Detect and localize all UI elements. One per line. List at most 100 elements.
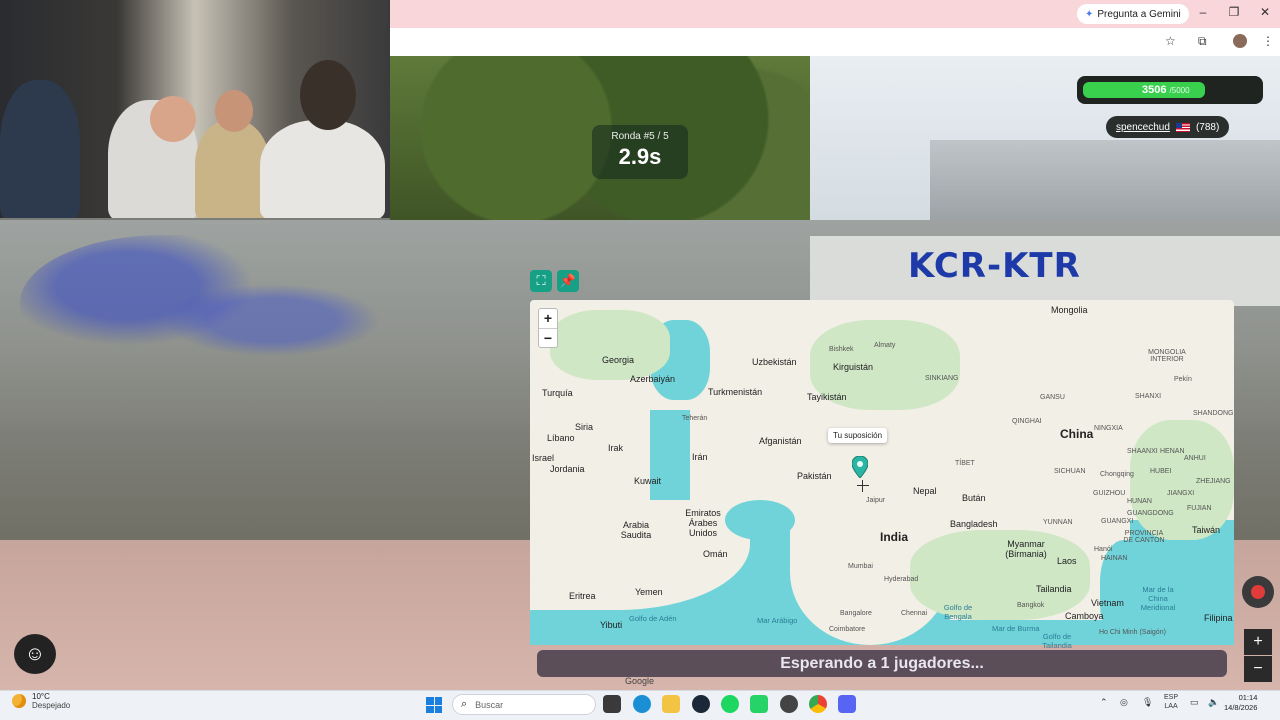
map-region: JIANGXI	[1167, 490, 1195, 497]
map-region: SHANDONG	[1193, 410, 1234, 417]
map-label: Irán	[692, 452, 708, 462]
map-sea: Mar Arábigo	[757, 616, 798, 625]
close-icon[interactable]: ✕	[1256, 5, 1274, 19]
bookmark-star-icon[interactable]: ☆	[1165, 34, 1176, 48]
timer-value: 2.9s	[618, 144, 662, 169]
map-label: Bután	[962, 493, 986, 503]
cam-person-3	[260, 120, 385, 218]
system-clock[interactable]: 01:14 14/8/2026	[1224, 693, 1257, 713]
whatsapp-icon[interactable]	[750, 695, 768, 713]
cam-face-1	[150, 96, 196, 142]
network-icon[interactable]: ▭	[1190, 697, 1199, 708]
extensions-icon[interactable]: ⧉	[1198, 34, 1207, 49]
spotify-icon[interactable]	[721, 695, 739, 713]
map-region: QINGHAI	[1012, 418, 1042, 425]
map-region: ANHUI	[1184, 455, 1206, 462]
restore-icon[interactable]: ❐	[1225, 5, 1243, 19]
map-city: Jaipur	[866, 497, 886, 504]
round-label: Ronda #5 / 5	[611, 131, 669, 142]
map-region: GANSU	[1040, 394, 1065, 401]
tray-chevron-icon[interactable]: ⌃	[1100, 697, 1108, 708]
volume-icon[interactable]: 🔈	[1208, 697, 1219, 708]
map-city: Hyderabad	[884, 576, 919, 583]
zoom-control: + −	[538, 308, 558, 348]
map-region: SHANXI	[1135, 393, 1162, 400]
edge-icon[interactable]	[633, 695, 651, 713]
player-name[interactable]: spencechud	[1116, 122, 1170, 133]
map-city: Bangalore	[840, 610, 872, 617]
pin-map-icon[interactable]: 📌	[557, 270, 579, 292]
map-label: Pakistán	[797, 471, 832, 481]
map-label: Laos	[1057, 556, 1077, 566]
search-icon: ⌕	[461, 698, 468, 710]
map-city: Chennai	[901, 610, 928, 617]
map-label: Yibuti	[600, 620, 623, 630]
map-region: GUANGDONG	[1127, 510, 1174, 517]
task-view-icon[interactable]	[603, 695, 621, 713]
map-sea: Golfo de Tailandia	[1042, 632, 1072, 650]
taskbar-search[interactable]: ⌕ Buscar	[452, 694, 596, 715]
guess-pin-icon[interactable]	[852, 456, 868, 478]
map-label: Myanmar (Birmania)	[1005, 539, 1047, 559]
file-explorer-icon[interactable]	[662, 695, 680, 713]
map-sea: Golfo de Bengala	[943, 603, 973, 621]
map-region: GUIZHOU	[1093, 490, 1126, 497]
address-bar[interactable]	[390, 28, 1280, 56]
expand-map-icon[interactable]: ⛶	[530, 270, 552, 292]
cam-face-2	[215, 90, 253, 132]
weather-temp: 10°C	[32, 692, 50, 701]
map-label: Bangladesh	[950, 519, 998, 529]
gemini-label: Pregunta a Gemini	[1097, 8, 1181, 20]
map-region: SHAANXI	[1127, 448, 1158, 455]
zoom-in-button[interactable]: +	[539, 309, 557, 328]
minimize-icon[interactable]: –	[1194, 5, 1212, 19]
map-region: TÍBET	[955, 460, 975, 467]
discord-icon[interactable]	[838, 695, 856, 713]
map-city: Almaty	[874, 342, 896, 349]
map-label: Jordania	[550, 464, 585, 474]
player-chip[interactable]: spencechud (788)	[1106, 116, 1230, 138]
map-label: Omán	[703, 549, 728, 559]
zoom-out-button[interactable]: −	[539, 328, 557, 347]
map-sea: Mar de Burma	[992, 624, 1040, 633]
google-attribution: Google	[625, 676, 655, 686]
map-region: HAINAN	[1101, 555, 1128, 562]
menu-icon[interactable]: ⋮	[1262, 34, 1274, 48]
map-label: Nepal	[913, 486, 937, 496]
map-label: Turkmenistán	[708, 387, 763, 397]
gemini-button[interactable]: ✦ Pregunta a Gemini	[1077, 4, 1189, 24]
record-button[interactable]	[1242, 576, 1274, 608]
map-label: Kuwait	[634, 476, 662, 486]
map-sea: Golfo de Adén	[629, 614, 677, 623]
street-zoom-in-button[interactable]: +	[1244, 629, 1272, 655]
app-icon[interactable]	[780, 695, 798, 713]
clock-time: 01:14	[1238, 693, 1258, 702]
map-label: India	[880, 530, 909, 544]
map-label: China	[1060, 427, 1094, 441]
tray-app-icon[interactable]: ◎	[1120, 697, 1128, 708]
map-city: Chongqing	[1100, 471, 1134, 478]
map-label: Azerbaiyán	[630, 374, 676, 384]
weather-widget[interactable]: 10°C Despejado	[12, 692, 70, 710]
street-zoom-out-button[interactable]: −	[1244, 656, 1272, 682]
language-indicator[interactable]: ESP LAA	[1164, 693, 1178, 711]
map-region: GUANGXI	[1101, 518, 1134, 525]
windows-start-icon[interactable]	[426, 697, 442, 713]
wall-sign-text: KCR-KTR	[908, 246, 1081, 286]
map-label: Tayikistán	[807, 392, 847, 402]
map-label: Uzbekistán	[752, 357, 797, 367]
cam-head-3	[300, 60, 356, 130]
map-city: Pekín	[1174, 376, 1192, 383]
map-region: PROVINCIA DE CANTÓN	[1123, 530, 1165, 544]
microphone-icon[interactable]: 🎙	[1142, 697, 1153, 708]
chrome-icon[interactable]	[809, 695, 827, 713]
cam-person-2	[195, 120, 270, 218]
map-label: Camboya	[1065, 611, 1104, 621]
emoji-reaction-button[interactable]: ☺	[14, 634, 56, 674]
score-max: /5000	[1169, 86, 1190, 95]
map-label: Filipina	[1204, 613, 1233, 623]
map-region: HENAN	[1160, 448, 1185, 455]
map-label: Siria	[575, 422, 594, 432]
profile-avatar[interactable]	[1233, 34, 1247, 48]
steam-icon[interactable]	[692, 695, 710, 713]
